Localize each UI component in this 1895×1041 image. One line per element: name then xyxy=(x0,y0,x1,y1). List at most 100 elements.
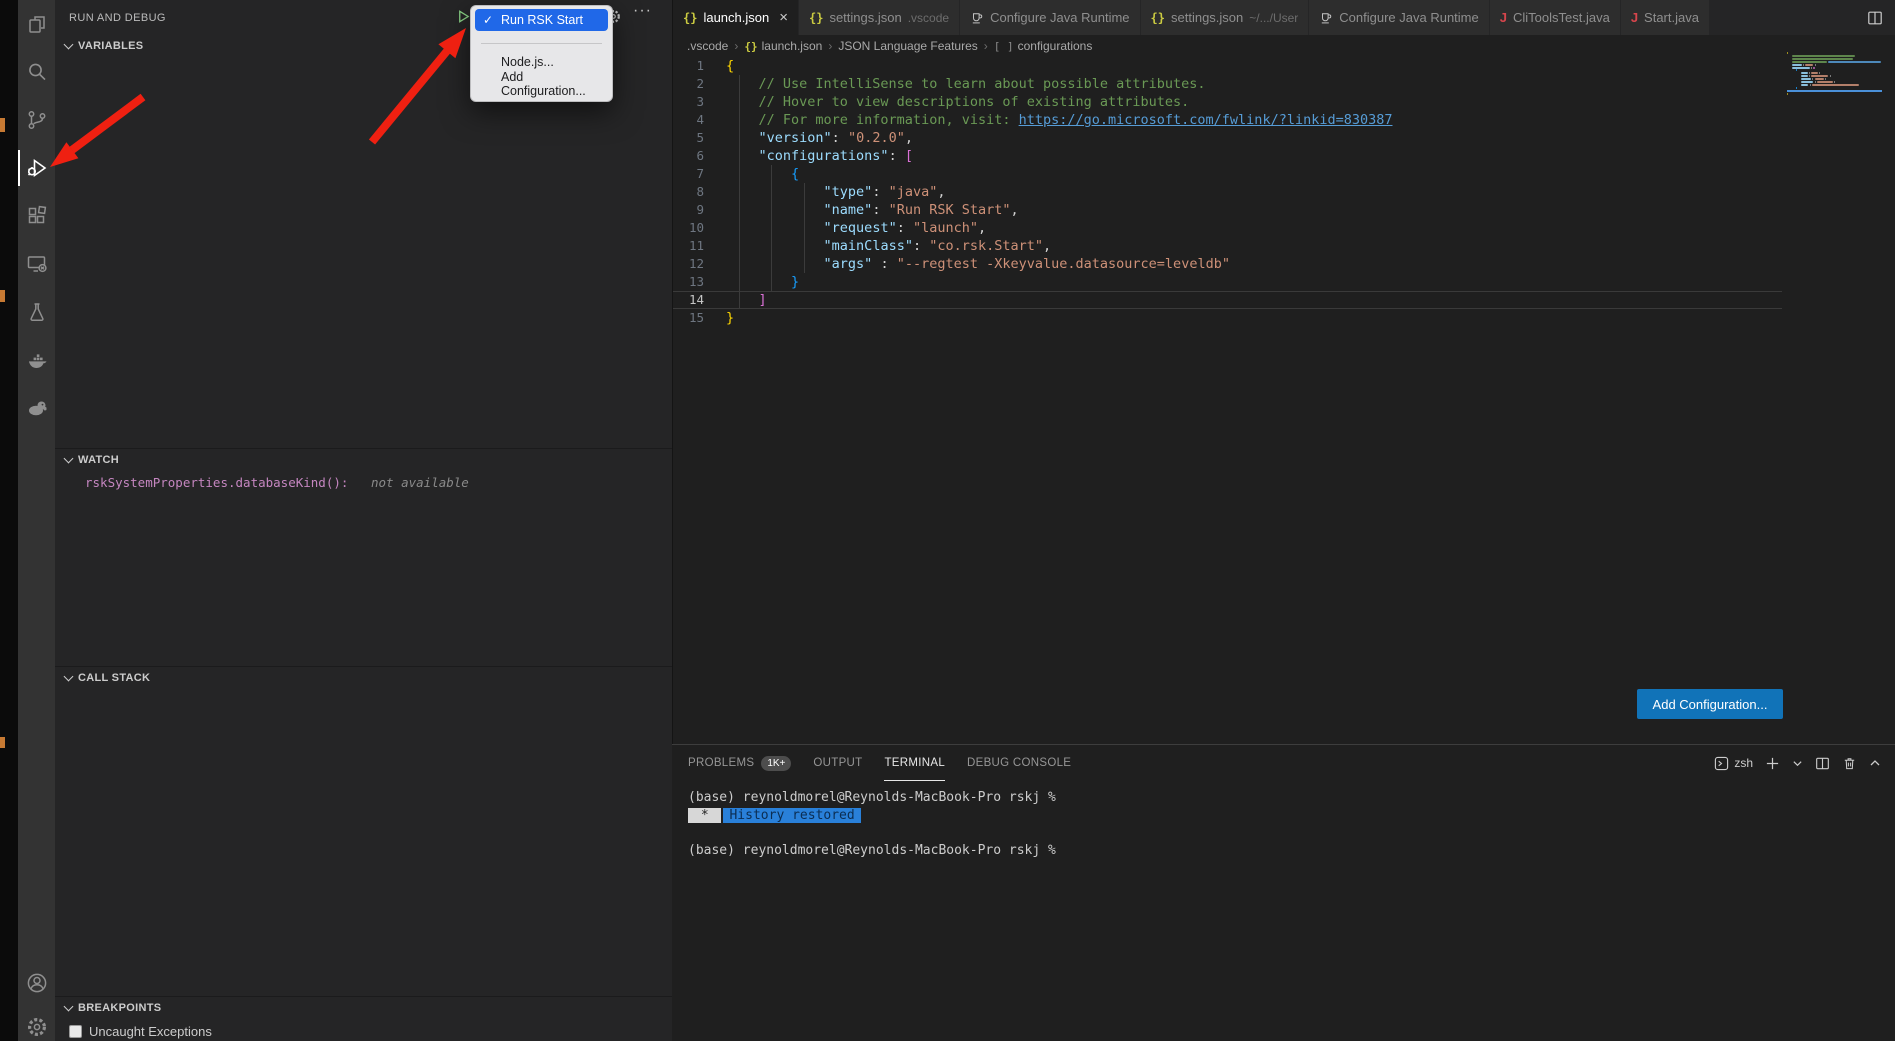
code-line-13[interactable]: 13 } xyxy=(673,273,1782,291)
panel-tab-terminal[interactable]: TERMINAL xyxy=(884,745,945,781)
breakpoints-section-header[interactable]: BREAKPOINTS xyxy=(55,997,672,1019)
minimap-line xyxy=(1810,84,1811,86)
watch-section-header[interactable]: WATCH xyxy=(55,449,672,471)
activity-bar-item-search[interactable] xyxy=(18,48,55,96)
minimap-line xyxy=(1815,64,1816,66)
testing-icon xyxy=(25,300,49,324)
split-terminal-icon[interactable] xyxy=(1815,756,1830,771)
tab-start-java[interactable]: JStart.java xyxy=(1621,0,1710,35)
code-line-15[interactable]: 15} xyxy=(673,309,1782,327)
terminal-profile-selector[interactable]: zsh xyxy=(1714,756,1753,771)
background-strip xyxy=(0,0,18,1041)
line-number: 13 xyxy=(673,273,704,291)
terminal-text: (base) reynoldmorel@Reynolds-MacBook-Pro… xyxy=(688,843,1056,858)
background-artifact xyxy=(0,290,5,302)
breadcrumb-separator: › xyxy=(828,39,832,53)
panel-tab-problems[interactable]: PROBLEMS1K+ xyxy=(688,745,791,781)
terminal-output[interactable]: (base) reynoldmorel@Reynolds-MacBook-Pro… xyxy=(688,789,1885,1041)
code-line-6[interactable]: 6 "configurations": [ xyxy=(673,147,1782,165)
activity-bar-item-testing[interactable] xyxy=(18,288,55,336)
start-debugging-icon[interactable] xyxy=(456,9,471,29)
panel-tab-label: DEBUG CONSOLE xyxy=(967,757,1071,769)
run-and-debug-sidebar: RUN AND DEBUG ··· VARIABLES WATCH rskSys… xyxy=(55,0,672,1041)
menu-item-label: Add Configuration... xyxy=(501,70,608,98)
code-line-1[interactable]: 1{ xyxy=(673,57,1782,75)
line-number: 11 xyxy=(673,237,704,255)
code-line-14[interactable]: 14 ] xyxy=(673,291,1782,309)
menu-item-add-configuration-[interactable]: Add Configuration... xyxy=(475,73,608,95)
minimap-line xyxy=(1809,75,1810,77)
chevron-down-icon xyxy=(64,40,74,50)
code-line-2[interactable]: 2 // Use IntelliSense to learn about pos… xyxy=(673,75,1782,93)
activity-bar-item-extensions[interactable] xyxy=(18,192,55,240)
uncaught-exceptions-checkbox[interactable] xyxy=(69,1025,82,1038)
terminal-badge: History restored xyxy=(723,808,860,823)
activity-bar-item-run-and-debug[interactable] xyxy=(18,144,55,192)
split-editor-icon[interactable] xyxy=(1867,0,1895,35)
minimap-line xyxy=(1801,75,1808,77)
add-configuration-button[interactable]: Add Configuration... xyxy=(1637,689,1783,719)
code-line-4[interactable]: 4 // For more information, visit: https:… xyxy=(673,111,1782,129)
watch-expression-row[interactable]: rskSystemProperties.databaseKind(): not … xyxy=(55,471,672,490)
code-line-12[interactable]: 12 "args" : "--regtest -Xkeyvalue.dataso… xyxy=(673,255,1782,273)
code-line-9[interactable]: 9 "name": "Run RSK Start", xyxy=(673,201,1782,219)
chevron-down-icon xyxy=(64,672,74,682)
menu-item-run-rsk-start[interactable]: ✓Run RSK Start xyxy=(475,9,608,31)
minimap-line xyxy=(1792,67,1810,69)
call-stack-section-header[interactable]: CALL STACK xyxy=(55,667,672,689)
code-editor[interactable]: 1{2 // Use IntelliSense to learn about p… xyxy=(673,57,1895,337)
code-line-8[interactable]: 8 "type": "java", xyxy=(673,183,1782,201)
activity-bar-item-docker[interactable] xyxy=(18,336,55,384)
minimap-line xyxy=(1801,81,1814,83)
breadcrumb-separator: › xyxy=(984,39,988,53)
tab-configure-java-runtime[interactable]: Configure Java Runtime xyxy=(1309,0,1489,35)
activity-bar-item-remote-explorer[interactable] xyxy=(18,240,55,288)
breadcrumb-item[interactable]: [ ]configurations xyxy=(994,39,1093,53)
bottom-panel: PROBLEMS1K+ OUTPUT TERMINAL DEBUG CONSOLE z… xyxy=(672,744,1895,1041)
launch-profile-chevron-icon[interactable] xyxy=(1792,758,1803,769)
minimap-line xyxy=(1811,72,1818,74)
tab-configure-java-runtime[interactable]: Configure Java Runtime xyxy=(960,0,1140,35)
minimap-line xyxy=(1828,61,1881,63)
line-number: 12 xyxy=(673,255,704,273)
code-line-10[interactable]: 10 "request": "launch", xyxy=(673,219,1782,237)
activity-bar-item-source-control[interactable] xyxy=(18,96,55,144)
call-stack-section: CALL STACK xyxy=(55,666,672,689)
line-number: 6 xyxy=(673,147,704,165)
tab-settings-json[interactable]: {}settings.json.vscode xyxy=(799,0,960,35)
activity-bar-item-account[interactable] xyxy=(18,961,55,1005)
kill-terminal-icon[interactable] xyxy=(1842,756,1857,771)
code-line-7[interactable]: 7 { xyxy=(673,165,1782,183)
new-terminal-icon[interactable] xyxy=(1765,756,1780,771)
breadcrumb-label: JSON Language Features xyxy=(838,39,977,53)
breadcrumb-label: launch.json xyxy=(762,39,823,53)
line-number: 9 xyxy=(673,201,704,219)
tab-clitoolstest-java[interactable]: JCliToolsTest.java xyxy=(1490,0,1621,35)
breadcrumb-item[interactable]: JSON Language Features xyxy=(838,39,977,53)
code-line-3[interactable]: 3 // Hover to view descriptions of exist… xyxy=(673,93,1782,111)
maximize-panel-icon[interactable] xyxy=(1869,757,1881,769)
tab-description: .vscode xyxy=(908,11,949,25)
code-line-5[interactable]: 5 "version": "0.2.0", xyxy=(673,129,1782,147)
minimap-line xyxy=(1813,67,1814,69)
close-icon[interactable]: × xyxy=(779,9,788,26)
terminal-line: (base) reynoldmorel@Reynolds-MacBook-Pro… xyxy=(688,789,1885,807)
activity-bar-item-settings-gear[interactable] xyxy=(18,1005,55,1041)
activity-bar-item-gradle[interactable] xyxy=(18,384,55,432)
views-more-actions-icon[interactable]: ··· xyxy=(633,2,652,20)
breadcrumb-item[interactable]: .vscode xyxy=(687,39,728,53)
code-line-11[interactable]: 11 "mainClass": "co.rsk.Start", xyxy=(673,237,1782,255)
tab-label: settings.json xyxy=(1171,10,1243,25)
tab-launch-json[interactable]: {}launch.json× xyxy=(673,0,799,35)
minimap-line xyxy=(1796,87,1797,89)
breadcrumb-item[interactable]: {}launch.json xyxy=(744,39,822,53)
tab-settings-json[interactable]: {}settings.json~/.../User xyxy=(1141,0,1310,35)
breakpoint-row: Uncaught Exceptions xyxy=(55,1019,672,1039)
panel-tab-output[interactable]: OUTPUT xyxy=(813,745,862,781)
menu-item-label: Node.js... xyxy=(501,55,554,69)
watch-expression: rskSystemProperties.databaseKind(): xyxy=(85,475,348,490)
minimap-line xyxy=(1817,81,1833,83)
activity-bar-item-explorer[interactable] xyxy=(18,0,55,48)
minimap[interactable] xyxy=(1787,49,1882,129)
panel-tab-debug-console[interactable]: DEBUG CONSOLE xyxy=(967,745,1071,781)
